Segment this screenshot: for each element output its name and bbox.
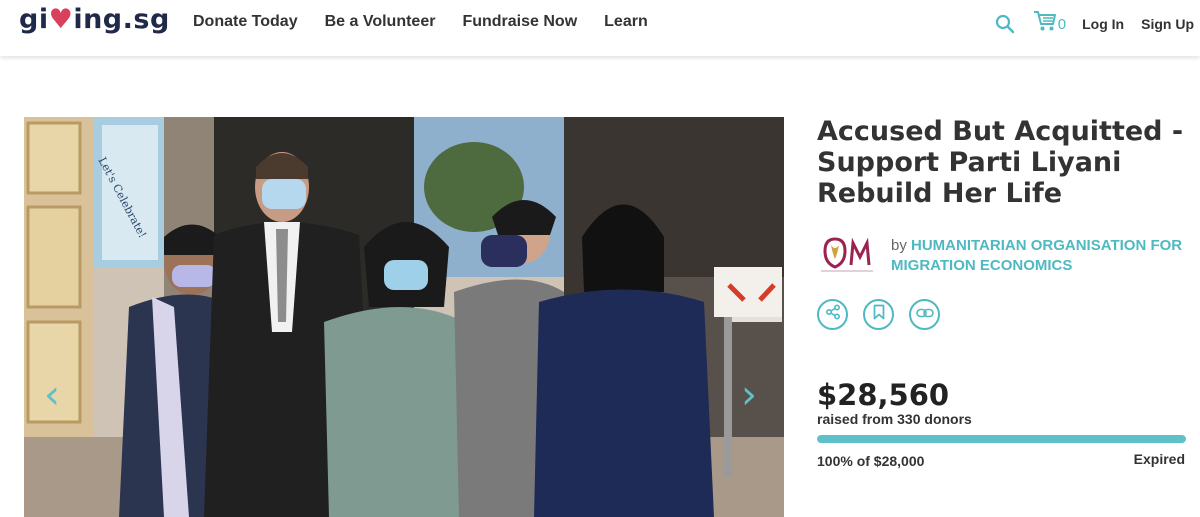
nav-fundraise-now[interactable]: Fundraise Now xyxy=(462,13,577,31)
signup-link[interactable]: Sign Up xyxy=(1141,16,1194,32)
logo-text-start: gi xyxy=(19,4,49,35)
campaign-photo-illustration xyxy=(24,117,784,517)
nav-learn[interactable]: Learn xyxy=(604,13,648,31)
bookmark-icon xyxy=(872,304,886,325)
heart-icon: ♥ xyxy=(48,4,74,35)
organiser-line: by HUMANITARIAN ORGANISATION FOR MIGRATI… xyxy=(891,236,1191,276)
login-link[interactable]: Log In xyxy=(1082,16,1124,32)
nav-be-a-volunteer[interactable]: Be a Volunteer xyxy=(325,13,436,31)
link-icon xyxy=(915,306,934,324)
organiser-link[interactable]: HUMANITARIAN ORGANISATION FOR MIGRATION … xyxy=(891,237,1182,274)
share-icon xyxy=(825,304,841,325)
carousel-prev-button[interactable]: ‹ xyxy=(44,375,60,415)
cart-icon xyxy=(1033,10,1057,37)
search-icon[interactable] xyxy=(995,14,1015,34)
site-logo[interactable]: gi♥ing.sg xyxy=(19,4,170,35)
campaign-title: Accused But Acquitted - Support Parti Li… xyxy=(817,116,1184,209)
campaign-photo: Let's Celebrate! xyxy=(24,117,784,517)
copy-link-button[interactable] xyxy=(909,299,940,330)
campaign-actions xyxy=(817,299,940,330)
bookmark-button[interactable] xyxy=(863,299,894,330)
site-header: gi♥ing.sg Donate Today Be a Volunteer Fu… xyxy=(0,0,1200,56)
cart-button[interactable]: 0 xyxy=(1033,10,1066,37)
header-tools: 0 Log In Sign Up xyxy=(995,10,1194,37)
organiser-logo[interactable] xyxy=(817,233,877,273)
main-nav: Donate Today Be a Volunteer Fundraise No… xyxy=(193,13,648,31)
progress-bar xyxy=(817,435,1186,443)
carousel-next-button[interactable]: › xyxy=(741,375,757,415)
cart-count: 0 xyxy=(1057,16,1067,33)
progress-text: 100% of $28,000 xyxy=(817,453,925,469)
logo-text-end: ing.sg xyxy=(73,4,170,35)
donor-count-text: raised from 330 donors xyxy=(817,411,972,427)
nav-donate-today[interactable]: Donate Today xyxy=(193,13,298,31)
amount-raised: $28,560 xyxy=(817,378,950,412)
by-label: by xyxy=(891,237,907,254)
campaign-status: Expired xyxy=(1133,451,1185,467)
progress-bar-fill xyxy=(817,435,1186,443)
share-button[interactable] xyxy=(817,299,848,330)
